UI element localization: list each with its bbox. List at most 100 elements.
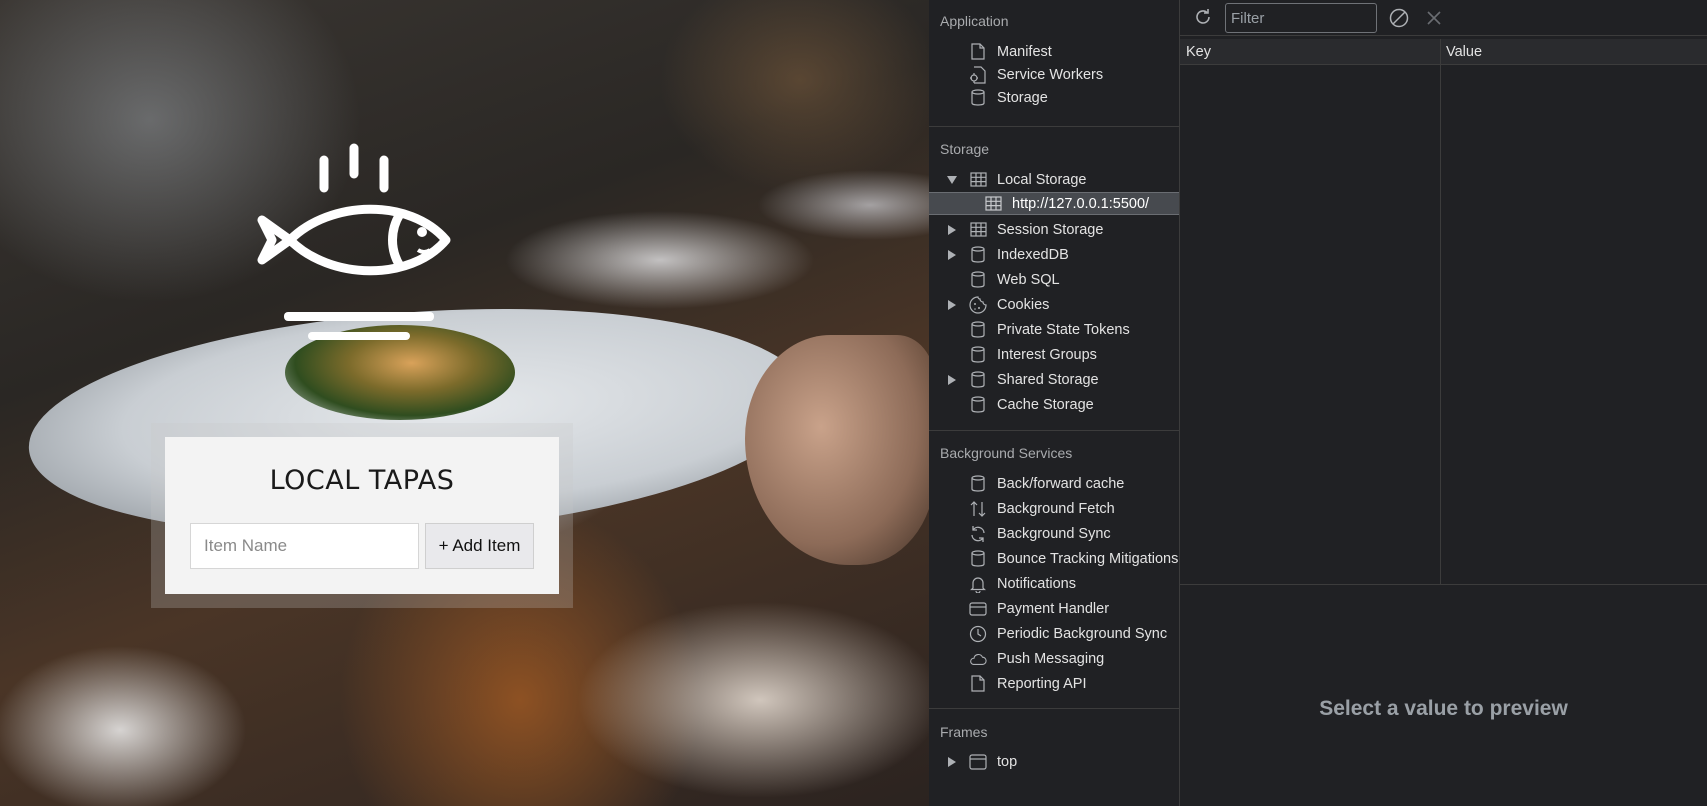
sidebar-item-session-storage[interactable]: Session Storage: [929, 218, 1179, 241]
database-icon: [969, 346, 987, 364]
sidebar-item-label: Manifest: [997, 43, 1052, 60]
local-storage-panel: Key Value Select a value to preview: [1180, 0, 1707, 806]
expanded-arrow-icon[interactable]: [946, 174, 958, 186]
sidebar-item-cache-storage[interactable]: Cache Storage: [929, 393, 1179, 416]
sidebar-item-label: Service Workers: [997, 66, 1104, 83]
item-name-input[interactable]: [190, 523, 419, 569]
sidebar-item-label: Web SQL: [997, 271, 1060, 288]
collapsed-arrow-icon[interactable]: [946, 249, 958, 261]
app-title: LOCAL TAPAS: [269, 465, 455, 496]
sidebar-item-storage[interactable]: Storage: [929, 86, 1179, 109]
grid-icon: [984, 195, 1002, 213]
sidebar-item-label: Storage: [997, 89, 1048, 106]
sidebar-item-bounce-tracking[interactable]: Bounce Tracking Mitigations: [929, 547, 1179, 570]
sidebar-item-notifications[interactable]: Notifications: [929, 572, 1179, 595]
file-icon: [969, 43, 987, 61]
database-icon: [969, 396, 987, 414]
database-icon: [969, 246, 987, 264]
database-icon: [969, 321, 987, 339]
sidebar-item-label: IndexedDB: [997, 246, 1069, 263]
section-title-storage: Storage: [940, 141, 990, 157]
database-icon: [969, 475, 987, 493]
database-icon: [969, 371, 987, 389]
column-header-value[interactable]: Value: [1446, 44, 1482, 60]
sidebar-item-label: Reporting API: [997, 675, 1087, 692]
sidebar-item-periodic-background-sync[interactable]: Periodic Background Sync: [929, 622, 1179, 645]
section-divider: [929, 708, 1179, 709]
window-icon: [969, 753, 987, 771]
sidebar-item-label: Local Storage: [997, 171, 1087, 188]
cloud-icon: [969, 650, 987, 668]
collapsed-arrow-icon[interactable]: [946, 299, 958, 311]
collapsed-arrow-icon[interactable]: [946, 756, 958, 768]
devtools-application-sidebar: Application Manifest Service Workers Sto…: [929, 0, 1180, 806]
column-divider[interactable]: [1440, 39, 1441, 584]
database-icon: [969, 89, 987, 107]
section-divider: [929, 126, 1179, 127]
collapsed-arrow-icon[interactable]: [946, 374, 958, 386]
collapsed-arrow-icon[interactable]: [946, 224, 958, 236]
sidebar-item-label: Private State Tokens: [997, 321, 1130, 338]
sidebar-item-label: Back/forward cache: [997, 475, 1125, 492]
sidebar-item-manifest[interactable]: Manifest: [929, 40, 1179, 63]
grid-icon: [969, 171, 987, 189]
database-icon: [969, 271, 987, 289]
sidebar-item-back-forward-cache[interactable]: Back/forward cache: [929, 472, 1179, 495]
sidebar-item-cookies[interactable]: Cookies: [929, 293, 1179, 316]
sidebar-item-label: Session Storage: [997, 221, 1104, 238]
sidebar-item-label: Payment Handler: [997, 600, 1110, 617]
filter-input[interactable]: [1225, 3, 1377, 33]
section-title-background-services: Background Services: [940, 445, 1073, 461]
section-title-frames: Frames: [940, 724, 988, 740]
sidebar-item-label: Bounce Tracking Mitigations: [997, 550, 1179, 567]
section-divider: [929, 430, 1179, 431]
sidebar-item-label: Interest Groups: [997, 346, 1097, 363]
up-down-arrows-icon: [969, 500, 987, 518]
sidebar-item-local-storage-origin[interactable]: http://127.0.0.1:5500/: [929, 192, 1179, 215]
storage-table-header: Key Value: [1180, 39, 1707, 65]
sidebar-item-indexeddb[interactable]: IndexedDB: [929, 243, 1179, 266]
gear-file-icon: [969, 65, 987, 84]
cookie-icon: [969, 295, 987, 314]
storage-toolbar: [1180, 0, 1707, 36]
preview-placeholder: Select a value to preview: [1319, 697, 1568, 720]
grid-icon: [969, 221, 987, 239]
card-icon: [969, 600, 987, 618]
sidebar-item-background-sync[interactable]: Background Sync: [929, 522, 1179, 545]
sync-icon: [969, 525, 987, 543]
sidebar-item-service-workers[interactable]: Service Workers: [929, 63, 1179, 86]
sidebar-item-label: Push Messaging: [997, 650, 1105, 667]
refresh-icon[interactable]: [1192, 6, 1214, 28]
sidebar-item-label: top: [997, 753, 1018, 770]
file-icon: [969, 675, 987, 693]
bell-icon: [969, 575, 987, 593]
sidebar-item-payment-handler[interactable]: Payment Handler: [929, 597, 1179, 620]
sidebar-item-private-state-tokens[interactable]: Private State Tokens: [929, 318, 1179, 341]
sidebar-item-label: Shared Storage: [997, 371, 1099, 388]
database-icon: [969, 550, 987, 568]
section-title-application: Application: [940, 13, 1009, 29]
fish-dish-logo-icon: [257, 143, 451, 340]
sidebar-item-shared-storage[interactable]: Shared Storage: [929, 368, 1179, 391]
sidebar-item-push-messaging[interactable]: Push Messaging: [929, 647, 1179, 670]
sidebar-item-label: Periodic Background Sync: [997, 625, 1168, 642]
table-preview-divider[interactable]: [1180, 584, 1707, 585]
sidebar-item-frame-top[interactable]: top: [929, 750, 1179, 773]
sidebar-item-label: Cookies: [997, 296, 1050, 313]
sidebar-item-label: http://127.0.0.1:5500/: [1012, 195, 1150, 212]
sidebar-item-label: Background Sync: [997, 525, 1111, 542]
clock-icon: [969, 625, 987, 643]
sidebar-item-label: Cache Storage: [997, 396, 1094, 413]
clear-all-icon[interactable]: [1387, 6, 1411, 30]
add-item-button[interactable]: + Add Item: [425, 523, 534, 569]
sidebar-item-interest-groups[interactable]: Interest Groups: [929, 343, 1179, 366]
column-header-key[interactable]: Key: [1186, 44, 1211, 60]
sidebar-item-reporting-api[interactable]: Reporting API: [929, 672, 1179, 695]
delete-selected-icon[interactable]: [1422, 6, 1446, 30]
sidebar-item-background-fetch[interactable]: Background Fetch: [929, 497, 1179, 520]
add-item-card: LOCAL TAPAS + Add Item: [165, 437, 559, 594]
sidebar-item-local-storage[interactable]: Local Storage: [929, 168, 1179, 191]
sidebar-item-label: Notifications: [997, 575, 1076, 592]
sidebar-item-label: Background Fetch: [997, 500, 1115, 517]
sidebar-item-web-sql[interactable]: Web SQL: [929, 268, 1179, 291]
